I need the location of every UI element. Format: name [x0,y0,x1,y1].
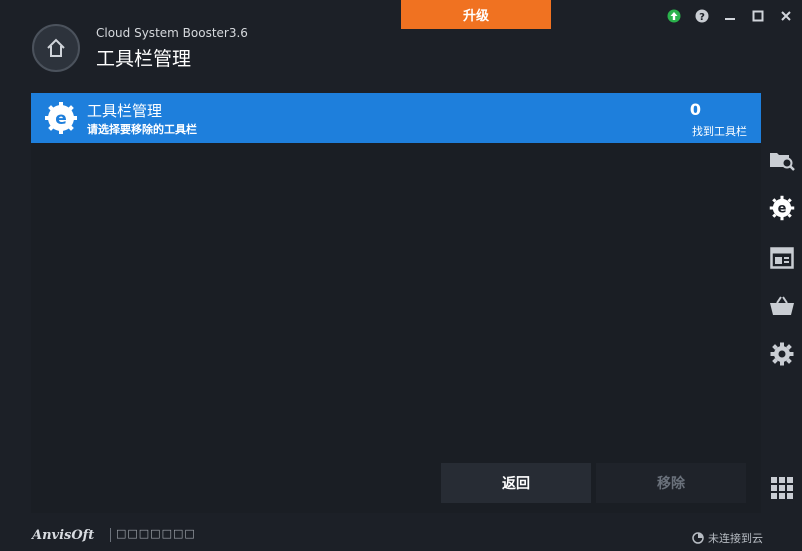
help-button[interactable]: ? [692,7,712,25]
connection-status-label: 未连接到云 [708,532,763,545]
svg-text:e: e [55,109,67,129]
update-icon [667,9,681,23]
browser-window-icon [770,247,794,269]
toolbar-list [31,143,761,463]
page-title: 工具栏管理 [96,48,192,70]
svg-text:e: e [778,202,787,217]
toolbar-count-label: 找到工具栏 [692,125,747,138]
maximize-button[interactable] [748,7,768,25]
window-controls: ? [664,7,796,25]
maximize-icon [752,10,764,22]
brand-logo: AnvisOft [32,528,95,543]
remove-button[interactable]: 移除 [596,463,746,503]
home-icon [47,38,65,57]
svg-text:?: ? [699,12,705,23]
ie-gear-icon: e [45,102,77,134]
connection-status: 未连接到云 [692,530,763,546]
brand-separator [110,528,111,542]
ie-gear-icon: e [769,195,795,221]
app-name: Cloud System Booster3.6 [96,26,248,40]
toolbar-count: 0 [689,100,701,119]
update-button[interactable] [664,7,684,25]
apps-grid-icon [771,477,793,499]
sidebar-item-folder-search[interactable] [762,142,802,178]
basket-icon [770,296,794,315]
home-button[interactable] [32,24,80,72]
close-button[interactable] [776,7,796,25]
brand-tagline: □□□□□□□ [116,527,196,540]
back-button[interactable]: 返回 [441,463,591,503]
toolbar-banner: e 工具栏管理 请选择要移除的工具栏 0 找到工具栏 [31,93,761,143]
upgrade-button[interactable]: 升级 [401,0,551,29]
banner-subtitle: 请选择要移除的工具栏 [87,123,197,136]
minimize-icon [725,18,735,20]
apps-grid-button[interactable] [762,470,802,506]
help-icon: ? [695,9,709,23]
minimize-button[interactable] [720,7,740,25]
sidebar-item-browser[interactable] [762,240,802,276]
sidebar-item-settings[interactable] [762,336,802,372]
sidebar-item-basket[interactable] [762,288,802,324]
close-icon [781,11,791,21]
toolbar-panel: e 工具栏管理 请选择要移除的工具栏 0 找到工具栏 返回 移除 [31,93,761,513]
banner-title: 工具栏管理 [87,102,163,120]
settings-gear-icon [770,342,794,366]
footer: AnvisOft □□□□□□□ 未连接到云 [0,520,802,551]
sidebar-item-toolbar[interactable]: e [762,190,802,226]
cloud-status-icon [692,532,704,544]
folder-search-icon [770,153,795,171]
